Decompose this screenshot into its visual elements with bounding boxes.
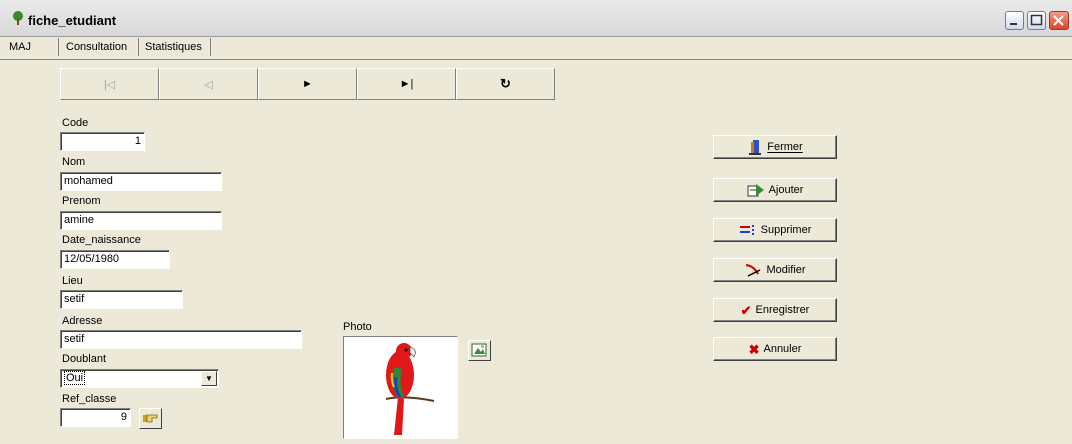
- code-field[interactable]: 1: [60, 132, 145, 151]
- annuler-label: Annuler: [763, 343, 802, 355]
- edit-pen-icon: [746, 264, 761, 277]
- date-naissance-field[interactable]: 12/05/1980: [60, 250, 170, 269]
- modifier-label: Modifier: [766, 264, 806, 276]
- next-record-button[interactable]: ►: [258, 68, 357, 100]
- next-record-icon: ►: [302, 78, 313, 90]
- ref-classe-lookup-button[interactable]: [139, 408, 162, 429]
- app-icon: [13, 11, 23, 25]
- supprimer-label: Supprimer: [760, 224, 812, 236]
- check-icon: ✔: [740, 302, 752, 318]
- tab-consultation[interactable]: Consultation: [61, 38, 132, 56]
- supprimer-button[interactable]: Supprimer: [713, 218, 837, 242]
- ajouter-button[interactable]: Ajouter: [713, 178, 837, 202]
- adresse-field[interactable]: setif: [60, 330, 302, 349]
- enregistrer-label: Enregistrer: [755, 304, 810, 316]
- fermer-button[interactable]: Fermer: [713, 135, 837, 159]
- tab-divider: [138, 38, 139, 56]
- minimize-icon: [1010, 23, 1017, 25]
- photo-label: Photo: [343, 321, 372, 333]
- chevron-down-icon: ▼: [205, 374, 213, 383]
- title-bar: fiche_etudiant: [0, 0, 1072, 37]
- ref-classe-label: Ref_classe: [62, 393, 117, 405]
- photo-image: [343, 336, 458, 439]
- modifier-button[interactable]: Modifier: [713, 258, 837, 282]
- minimize-button[interactable]: [1005, 11, 1024, 30]
- date-naissance-label: Date_naissance: [62, 234, 141, 246]
- lieu-label: Lieu: [62, 275, 83, 287]
- tab-divider: [210, 38, 211, 56]
- window-title: fiche_etudiant: [28, 13, 117, 28]
- prev-record-button[interactable]: ◁: [159, 68, 258, 100]
- x-icon: ✖: [748, 341, 760, 357]
- code-label: Code: [62, 117, 89, 129]
- image-edit-icon: [471, 343, 487, 357]
- last-record-icon: ►|: [399, 78, 414, 90]
- first-record-button[interactable]: |◁: [60, 68, 159, 100]
- prenom-label: Prenom: [62, 195, 101, 207]
- tab-maj[interactable]: MAJ: [4, 38, 36, 56]
- first-record-icon: |◁: [103, 78, 116, 91]
- pointing-hand-icon: [143, 414, 158, 423]
- doublant-dropdown-button[interactable]: ▼: [201, 371, 217, 386]
- doublant-selected-value: Oui: [64, 371, 86, 385]
- tab-statistiques[interactable]: Statistiques: [140, 38, 207, 56]
- annuler-button[interactable]: ✖ Annuler: [713, 337, 837, 361]
- ref-classe-field[interactable]: 9: [60, 408, 131, 427]
- delete-record-icon: [739, 225, 754, 235]
- refresh-button[interactable]: ↻: [456, 68, 555, 100]
- ajouter-label: Ajouter: [768, 184, 804, 196]
- enregistrer-button[interactable]: ✔ Enregistrer: [713, 298, 837, 322]
- nom-field[interactable]: mohamed: [60, 172, 222, 191]
- doublant-label: Doublant: [62, 353, 107, 365]
- prenom-field[interactable]: amine: [60, 211, 222, 230]
- nom-label: Nom: [62, 156, 86, 168]
- prev-record-icon: ◁: [204, 78, 213, 91]
- maximize-icon: [1030, 14, 1043, 26]
- door-exit-icon: [749, 140, 762, 155]
- parrot-image: [385, 343, 435, 435]
- last-record-button[interactable]: ►|: [357, 68, 456, 100]
- add-record-icon: [747, 184, 764, 197]
- fermer-label: Fermer: [767, 141, 803, 153]
- refresh-icon: ↻: [500, 76, 511, 91]
- maximize-button[interactable]: [1027, 11, 1046, 30]
- photo-browse-button[interactable]: [468, 340, 491, 361]
- close-icon: [1053, 15, 1064, 26]
- tab-strip: MAJ Consultation Statistiques: [0, 37, 1072, 60]
- doublant-select[interactable]: Oui: [60, 369, 219, 388]
- lieu-field[interactable]: setif: [60, 290, 183, 309]
- adresse-label: Adresse: [62, 315, 103, 327]
- tab-divider: [58, 38, 59, 56]
- close-button[interactable]: [1049, 11, 1069, 30]
